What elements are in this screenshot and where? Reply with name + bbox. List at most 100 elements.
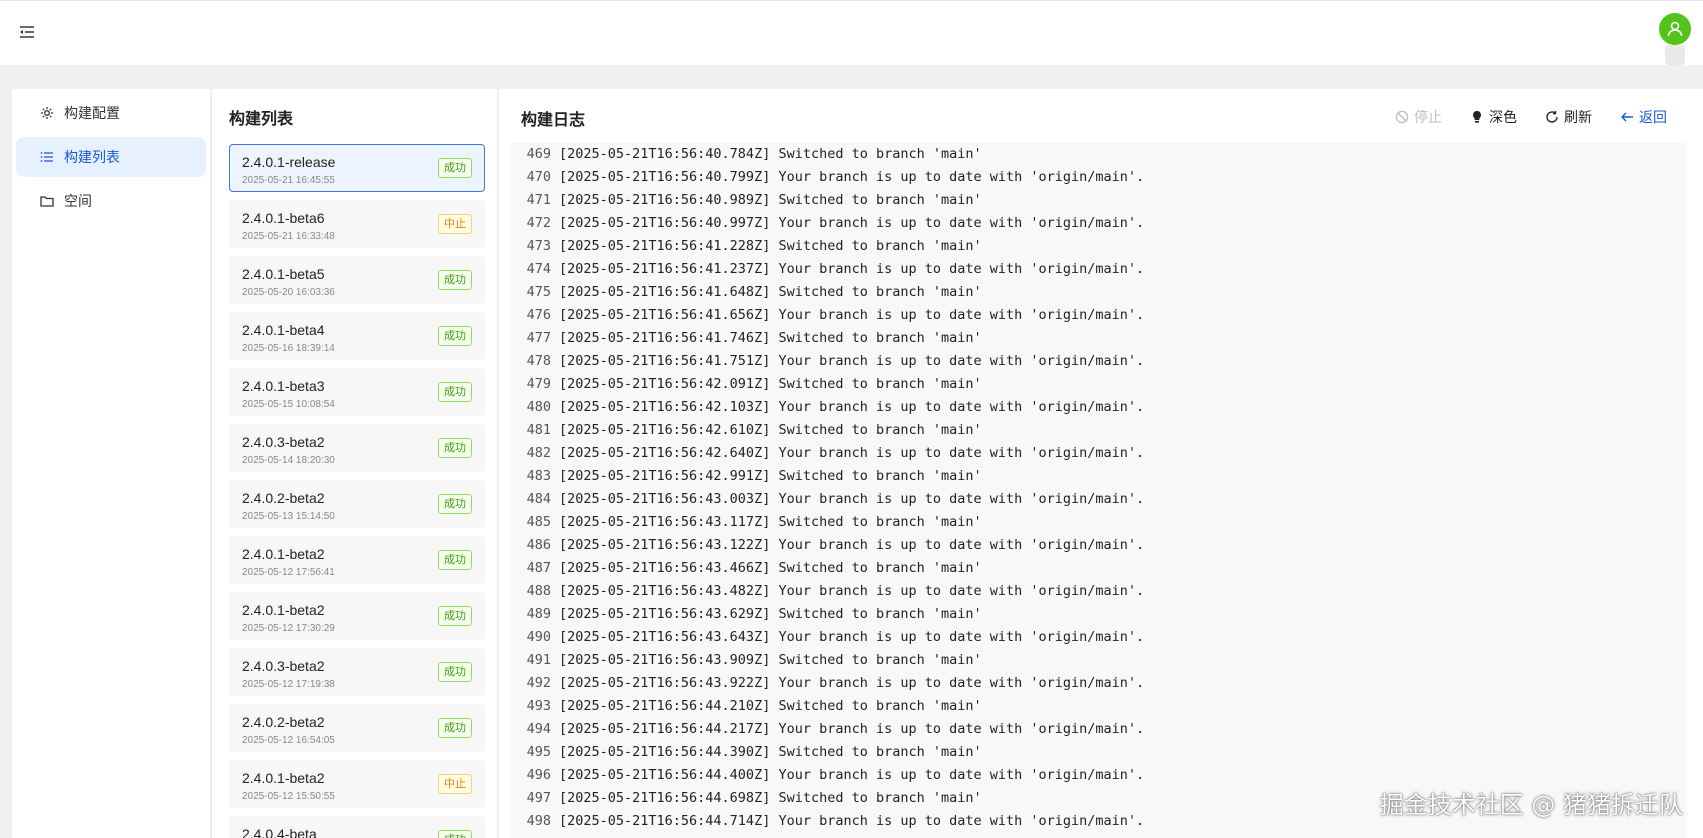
log-output[interactable]: 469 [2025-05-21T16:56:40.784Z] Switched t… — [511, 143, 1687, 838]
build-time: 2025-05-12 15:50:55 — [242, 791, 335, 802]
log-text: [2025-05-21T16:56:44.714Z] Your branch i… — [559, 813, 1145, 829]
log-text: [2025-05-21T16:56:43.922Z] Your branch i… — [559, 675, 1145, 691]
sidebar-item-build-config[interactable]: 构建配置 — [16, 93, 206, 133]
line-number: 476 — [526, 307, 551, 323]
log-text: [2025-05-21T16:56:43.466Z] Switched to b… — [559, 560, 982, 576]
build-card[interactable]: 2.4.0.1-release 2025-05-21 16:45:55 成功 — [229, 144, 485, 192]
log-line: 494 [2025-05-21T16:56:44.217Z] Your branc… — [511, 718, 1687, 741]
log-text: [2025-05-21T16:56:43.482Z] Your branch i… — [559, 583, 1145, 599]
log-text: [2025-05-21T16:56:42.610Z] Switched to b… — [559, 422, 982, 438]
line-number: 491 — [526, 652, 551, 668]
log-text: [2025-05-21T16:56:44.400Z] Your branch i… — [559, 767, 1145, 783]
line-number: 496 — [526, 767, 551, 783]
line-number: 483 — [526, 468, 551, 484]
log-line: 486 [2025-05-21T16:56:43.122Z] Your branc… — [511, 534, 1687, 557]
status-badge: 成功 — [438, 606, 472, 626]
user-avatar[interactable] — [1659, 13, 1691, 45]
log-text: [2025-05-21T16:56:41.228Z] Switched to b… — [559, 238, 982, 254]
log-line: 496 [2025-05-21T16:56:44.400Z] Your branc… — [511, 764, 1687, 787]
log-line: 472 [2025-05-21T16:56:40.997Z] Your branc… — [511, 212, 1687, 235]
log-line: 492 [2025-05-21T16:56:43.922Z] Your branc… — [511, 672, 1687, 695]
line-number: 474 — [526, 261, 551, 277]
log-text: [2025-05-21T16:56:43.909Z] Switched to b… — [559, 652, 982, 668]
log-line: 493 [2025-05-21T16:56:44.210Z] Switched t… — [511, 695, 1687, 718]
log-text: [2025-05-21T16:56:44.698Z] Switched to b… — [559, 790, 982, 806]
build-log-panel: 构建日志 停止 深色 刷新 返回 469 [2025-05-21T16:56:40… — [499, 89, 1703, 838]
build-time: 2025-05-20 16:03:36 — [242, 287, 335, 298]
build-name: 2.4.0.1-beta5 — [242, 266, 325, 282]
build-card[interactable]: 2.4.0.1-beta3 2025-05-15 10:08:54 成功 — [229, 368, 485, 416]
log-line: 473 [2025-05-21T16:56:41.228Z] Switched t… — [511, 235, 1687, 258]
log-text: [2025-05-21T16:56:41.751Z] Your branch i… — [559, 353, 1145, 369]
dark-mode-label: 深色 — [1489, 109, 1517, 125]
build-log-title: 构建日志 — [521, 112, 586, 129]
line-number: 481 — [526, 422, 551, 438]
line-number: 479 — [526, 376, 551, 392]
line-number: 497 — [526, 790, 551, 806]
log-text: [2025-05-21T16:56:41.746Z] Switched to b… — [559, 330, 982, 346]
menu-fold-icon[interactable] — [18, 23, 38, 43]
log-text: [2025-05-21T16:56:44.390Z] Switched to b… — [559, 744, 982, 760]
line-number: 472 — [526, 215, 551, 231]
status-badge: 成功 — [438, 830, 472, 838]
log-text: [2025-05-21T16:56:40.997Z] Your branch i… — [559, 215, 1145, 231]
status-badge: 成功 — [438, 438, 472, 458]
log-text: [2025-05-21T16:56:43.122Z] Your branch i… — [559, 537, 1145, 553]
build-time: 2025-05-13 15:14:50 — [242, 511, 335, 522]
build-card[interactable]: 2.4.0.1-beta5 2025-05-20 16:03:36 成功 — [229, 256, 485, 304]
build-card[interactable]: 2.4.0.3-beta2 2025-05-12 17:19:38 成功 — [229, 648, 485, 696]
log-line: 469 [2025-05-21T16:56:40.784Z] Switched t… — [511, 143, 1687, 166]
status-badge: 成功 — [438, 326, 472, 346]
build-card[interactable]: 2.4.0.1-beta2 2025-05-12 15:50:55 中止 — [229, 760, 485, 808]
top-header — [0, 0, 1703, 65]
log-line: 481 [2025-05-21T16:56:42.610Z] Switched t… — [511, 419, 1687, 442]
build-list-panel: 构建列表 2.4.0.1-release 2025-05-21 16:45:55 成… — [211, 89, 498, 838]
log-text: [2025-05-21T16:56:43.003Z] Your branch i… — [559, 491, 1145, 507]
build-card[interactable]: 2.4.0.1-beta2 2025-05-12 17:30:29 成功 — [229, 592, 485, 640]
line-number: 488 — [526, 583, 551, 599]
build-card[interactable]: 2.4.0.2-beta2 2025-05-13 15:14:50 成功 — [229, 480, 485, 528]
build-card[interactable]: 2.4.0.1-beta4 2025-05-16 18:39:14 成功 — [229, 312, 485, 360]
build-name: 2.4.0.1-beta6 — [242, 210, 325, 226]
build-card[interactable]: 2.4.0.3-beta2 2025-05-14 18:20:30 成功 — [229, 424, 485, 472]
build-card[interactable]: 2.4.0.2-beta2 2025-05-12 16:54:05 成功 — [229, 704, 485, 752]
stop-button[interactable]: 停止 — [1395, 107, 1442, 127]
log-line: 488 [2025-05-21T16:56:43.482Z] Your branc… — [511, 580, 1687, 603]
log-line: 476 [2025-05-21T16:56:41.656Z] Your branc… — [511, 304, 1687, 327]
log-text: [2025-05-21T16:56:44.210Z] Switched to b… — [559, 698, 982, 714]
log-line: 477 [2025-05-21T16:56:41.746Z] Switched t… — [511, 327, 1687, 350]
log-line: 489 [2025-05-21T16:56:43.629Z] Switched t… — [511, 603, 1687, 626]
line-number: 480 — [526, 399, 551, 415]
watermark: 掘金技术社区 @ 猪猪拆迁队 — [1379, 791, 1683, 819]
build-card[interactable]: 2.4.0.4-beta 成功 — [229, 816, 485, 838]
build-card[interactable]: 2.4.0.1-beta6 2025-05-21 16:33:48 中止 — [229, 200, 485, 248]
sidebar-item-build-list[interactable]: 构建列表 — [16, 137, 206, 177]
build-time: 2025-05-21 16:45:55 — [242, 175, 335, 186]
log-line: 474 [2025-05-21T16:56:41.237Z] Your branc… — [511, 258, 1687, 281]
line-number: 471 — [526, 192, 551, 208]
line-number: 493 — [526, 698, 551, 714]
log-text: [2025-05-21T16:56:40.989Z] Switched to b… — [559, 192, 982, 208]
log-line: 482 [2025-05-21T16:56:42.640Z] Your branc… — [511, 442, 1687, 465]
sidebar-item-space[interactable]: 空间 — [16, 181, 206, 221]
build-time: 2025-05-12 17:19:38 — [242, 679, 335, 690]
line-number: 470 — [526, 169, 551, 185]
build-name: 2.4.0.4-beta — [242, 826, 317, 838]
line-number: 495 — [526, 744, 551, 760]
build-name: 2.4.0.3-beta2 — [242, 658, 325, 674]
line-number: 477 — [526, 330, 551, 346]
status-badge: 中止 — [438, 774, 472, 794]
build-card[interactable]: 2.4.0.1-beta2 2025-05-12 17:56:41 成功 — [229, 536, 485, 584]
log-line: 470 [2025-05-21T16:56:40.799Z] Your branc… — [511, 166, 1687, 189]
back-button[interactable]: 返回 — [1620, 107, 1667, 127]
refresh-button[interactable]: 刷新 — [1545, 107, 1592, 127]
avatar-dropdown-hint — [1665, 45, 1685, 65]
dark-mode-button[interactable]: 深色 — [1470, 107, 1517, 127]
log-line: 483 [2025-05-21T16:56:42.991Z] Switched t… — [511, 465, 1687, 488]
sidebar-item-label: 空间 — [64, 193, 92, 209]
log-line: 484 [2025-05-21T16:56:43.003Z] Your branc… — [511, 488, 1687, 511]
line-number: 482 — [526, 445, 551, 461]
status-badge: 成功 — [438, 382, 472, 402]
log-text: [2025-05-21T16:56:40.799Z] Your branch i… — [559, 169, 1145, 185]
line-number: 469 — [526, 146, 551, 162]
